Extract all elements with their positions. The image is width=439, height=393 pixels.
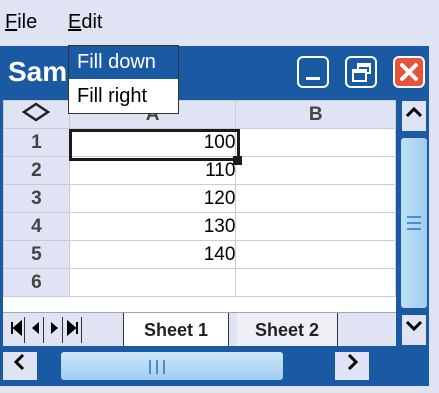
prev-icon bbox=[32, 322, 39, 334]
fill-handle[interactable] bbox=[233, 156, 242, 165]
next-icon bbox=[51, 322, 58, 334]
next-sheet-button[interactable] bbox=[46, 317, 63, 343]
cell-a4[interactable]: 130 bbox=[68, 212, 237, 241]
last-sheet-button[interactable] bbox=[65, 317, 82, 343]
scroll-down-button[interactable] bbox=[401, 314, 427, 346]
cell-a6[interactable] bbox=[68, 268, 237, 297]
cell-b1[interactable] bbox=[235, 128, 396, 157]
select-all-corner[interactable] bbox=[3, 100, 70, 129]
column-header-b[interactable]: B bbox=[235, 100, 396, 129]
cell-b3[interactable] bbox=[235, 184, 396, 213]
tab-sheet-1[interactable]: Sheet 1 bbox=[123, 313, 229, 347]
sheet-tab-bar: Sheet 1 Sheet 2 bbox=[3, 312, 396, 347]
menu-item-fill-down[interactable]: Fill down bbox=[69, 46, 178, 79]
close-icon bbox=[400, 63, 418, 81]
cell-a3[interactable]: 120 bbox=[68, 184, 237, 213]
vertical-scrollbar[interactable] bbox=[401, 100, 429, 348]
chevron-right-icon bbox=[347, 353, 359, 371]
horizontal-scroll-thumb[interactable] bbox=[61, 352, 283, 380]
skip-first-icon bbox=[11, 319, 22, 337]
spreadsheet-window: Samples A B 1 100 2 110 3 120 4 130 5 14… bbox=[0, 46, 429, 386]
restore-button[interactable] bbox=[345, 56, 377, 88]
title-bar[interactable]: Samples bbox=[0, 46, 429, 100]
tab-sheet-2[interactable]: Sheet 2 bbox=[237, 313, 338, 347]
sheet-grid: A B 1 100 2 110 3 120 4 130 5 140 6 bbox=[3, 100, 396, 347]
first-sheet-button[interactable] bbox=[8, 317, 25, 343]
vertical-scroll-thumb[interactable] bbox=[401, 138, 427, 308]
close-button[interactable] bbox=[393, 56, 425, 88]
edit-dropdown-menu: Fill down Fill right bbox=[68, 45, 179, 114]
menu-bar: File Edit bbox=[0, 0, 439, 46]
menu-file[interactable]: File bbox=[5, 11, 37, 34]
scroll-right-button[interactable] bbox=[335, 352, 369, 380]
row-header-1[interactable]: 1 bbox=[3, 128, 70, 157]
horizontal-scrollbar[interactable] bbox=[3, 346, 396, 386]
scroll-up-button[interactable] bbox=[401, 100, 427, 132]
cell-a5[interactable]: 140 bbox=[68, 240, 237, 269]
menu-edit[interactable]: Edit bbox=[68, 11, 102, 34]
row-header-3[interactable]: 3 bbox=[3, 184, 70, 213]
cell-b6[interactable] bbox=[235, 268, 396, 297]
chevron-down-icon bbox=[405, 320, 423, 332]
chevron-up-icon bbox=[405, 106, 423, 118]
cell-a2[interactable]: 110 bbox=[68, 156, 237, 185]
diamond-outline-icon bbox=[22, 101, 51, 122]
scroll-left-button[interactable] bbox=[3, 352, 37, 380]
row-header-6[interactable]: 6 bbox=[3, 268, 70, 297]
cell-b4[interactable] bbox=[235, 212, 396, 241]
row-header-2[interactable]: 2 bbox=[3, 156, 70, 185]
cell-a1[interactable]: 100 bbox=[68, 128, 237, 157]
cell-b2[interactable] bbox=[235, 156, 396, 185]
minimize-button[interactable] bbox=[297, 56, 329, 88]
chevron-left-icon bbox=[13, 353, 25, 371]
menu-item-fill-right[interactable]: Fill right bbox=[69, 80, 178, 113]
skip-last-icon bbox=[67, 319, 78, 337]
cell-b5[interactable] bbox=[235, 240, 396, 269]
prev-sheet-button[interactable] bbox=[27, 317, 44, 343]
row-header-5[interactable]: 5 bbox=[3, 240, 70, 269]
row-header-4[interactable]: 4 bbox=[3, 212, 70, 241]
